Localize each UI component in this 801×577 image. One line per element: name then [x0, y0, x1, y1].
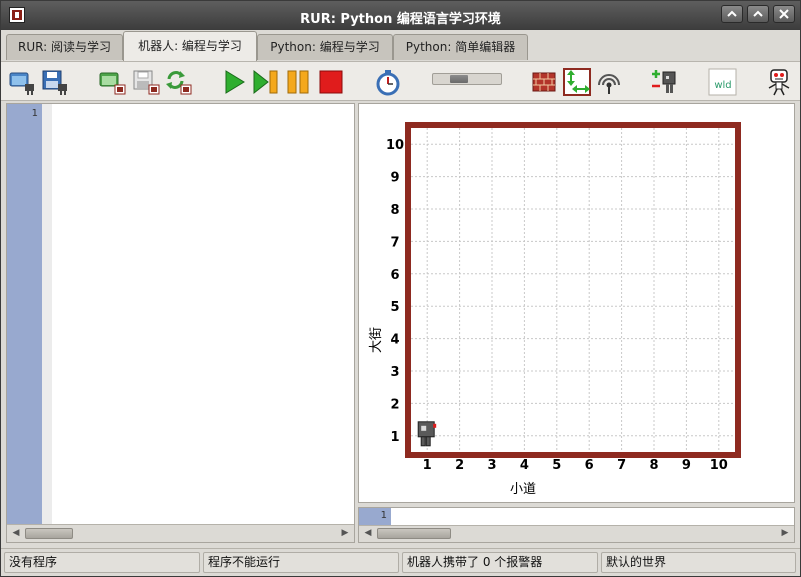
- close-icon: [779, 9, 789, 19]
- maximize-icon: [753, 10, 763, 17]
- close-button[interactable]: [773, 5, 795, 23]
- output-pane[interactable]: 1 ◀ ▶: [358, 507, 795, 543]
- x-tick-label: 6: [585, 458, 594, 473]
- robot-icon[interactable]: [417, 421, 437, 447]
- output-scroll-right-icon[interactable]: ▶: [779, 527, 791, 539]
- tab-robot-program[interactable]: 机器人: 编程与学习: [123, 31, 257, 61]
- status-run: 程序不能运行: [203, 552, 399, 573]
- reload-world-button[interactable]: [164, 67, 192, 95]
- robot-world-view: 1 2 3 4 5 6 7 8 9 10 1 2 3 4 5 6 7 8 9 10 小道 大街: [358, 103, 795, 503]
- editor-horizontal-scrollbar[interactable]: ◀ ▶: [7, 524, 354, 542]
- tab-python-editor[interactable]: Python: 简单编辑器: [393, 34, 528, 60]
- status-beepers: 机器人携带了 0 个报警器: [402, 552, 598, 573]
- maximize-button[interactable]: [747, 5, 769, 23]
- y-tick-label: 8: [390, 203, 399, 218]
- resize-world-button[interactable]: [562, 67, 591, 96]
- y-tick-label: 5: [390, 300, 399, 315]
- pause-button[interactable]: [284, 67, 312, 95]
- pause-icon: [287, 70, 309, 94]
- timer-icon: [376, 70, 400, 96]
- add-wall-button[interactable]: [530, 67, 558, 95]
- add-robot-button[interactable]: [650, 67, 678, 95]
- code-editor[interactable]: 1 ◀ ▶: [6, 103, 355, 543]
- output-line-number: 1: [380, 510, 387, 521]
- add-wall-icon: [532, 72, 556, 92]
- x-axis-label: 小道: [510, 482, 536, 497]
- add-robot-icon: [652, 70, 676, 93]
- stop-icon: [319, 70, 343, 94]
- toolbar: wld: [1, 61, 800, 101]
- y-tick-label: 2: [390, 397, 399, 412]
- run-button[interactable]: [220, 67, 248, 95]
- y-tick-label: 7: [390, 235, 399, 250]
- line-number-gutter: 1: [7, 104, 42, 524]
- y-axis-label: 大街: [369, 327, 384, 353]
- world-grid: 1 2 3 4 5 6 7 8 9 10 1 2 3 4 5 6 7 8 9 10 小道 大街: [369, 122, 741, 497]
- editor-fold-margin: [42, 104, 52, 524]
- world-file-button[interactable]: wld: [708, 67, 738, 96]
- robot-icon: [768, 69, 790, 96]
- beeper-icon: [598, 74, 620, 94]
- y-tick-label: 6: [390, 268, 399, 283]
- open-world-icon: [99, 72, 126, 95]
- main-window: RUR: Python 编程语言学习环境 RUR: 阅读与学习 机器人: 编程与…: [0, 0, 801, 577]
- y-tick-label: 9: [390, 171, 399, 186]
- status-bar: 没有程序 程序不能运行 机器人携带了 0 个报警器 默认的世界: [1, 548, 800, 576]
- save-program-button[interactable]: [41, 67, 69, 95]
- open-program-button[interactable]: [8, 67, 36, 95]
- y-tick-label: 4: [390, 333, 399, 348]
- status-world: 默认的世界: [601, 552, 796, 573]
- tab-bar: RUR: 阅读与学习 机器人: 编程与学习 Python: 编程与学习 Pyth…: [1, 31, 800, 61]
- open-world-button[interactable]: [98, 67, 126, 95]
- resize-world-icon: [563, 68, 591, 96]
- output-horizontal-scrollbar[interactable]: ◀ ▶: [359, 525, 794, 542]
- output-scroll-thumb[interactable]: [377, 528, 451, 539]
- line-number: 1: [31, 108, 38, 119]
- tab-python-program[interactable]: Python: 编程与学习: [257, 34, 393, 60]
- speed-slider[interactable]: [432, 73, 502, 85]
- scroll-left-icon[interactable]: ◀: [10, 527, 22, 539]
- status-program: 没有程序: [4, 552, 200, 573]
- x-tick-label: 3: [487, 458, 496, 473]
- x-tick-label: 1: [423, 458, 432, 473]
- world-boundary-wall: [405, 122, 741, 458]
- window-title: RUR: Python 编程语言学习环境: [300, 12, 501, 27]
- world-file-label: wld: [714, 80, 732, 91]
- x-tick-label: 8: [649, 458, 658, 473]
- output-scroll-left-icon[interactable]: ◀: [362, 527, 374, 539]
- run-icon: [225, 70, 245, 94]
- scroll-right-icon[interactable]: ▶: [339, 527, 351, 539]
- x-tick-label: 4: [520, 458, 529, 473]
- save-program-icon: [42, 70, 67, 95]
- x-tick-label: 5: [552, 458, 561, 473]
- x-tick-label: 9: [682, 458, 691, 473]
- save-world-icon: [133, 70, 160, 95]
- minimize-icon: [727, 10, 737, 17]
- save-world-button[interactable]: [132, 67, 160, 95]
- speed-slider-thumb[interactable]: [450, 75, 468, 83]
- y-tick-label: 3: [390, 365, 399, 380]
- step-icon: [253, 69, 278, 95]
- step-button[interactable]: [251, 67, 279, 95]
- output-line-gutter: 1: [359, 508, 391, 525]
- stop-button[interactable]: [316, 67, 344, 95]
- robot-button[interactable]: [764, 67, 792, 96]
- beeper-button[interactable]: [594, 67, 622, 95]
- timer-button[interactable]: [373, 67, 401, 96]
- y-tick-label: 1: [390, 430, 399, 445]
- reload-world-icon: [166, 71, 192, 95]
- tab-rur-read[interactable]: RUR: 阅读与学习: [6, 34, 123, 60]
- title-bar: RUR: Python 编程语言学习环境: [1, 1, 800, 30]
- minimize-button[interactable]: [721, 5, 743, 23]
- editor-scroll-thumb[interactable]: [25, 528, 73, 539]
- x-tick-label: 10: [710, 458, 728, 473]
- x-tick-label: 7: [617, 458, 626, 473]
- y-tick-label: 10: [386, 138, 404, 153]
- open-program-icon: [9, 72, 34, 95]
- x-tick-label: 2: [455, 458, 464, 473]
